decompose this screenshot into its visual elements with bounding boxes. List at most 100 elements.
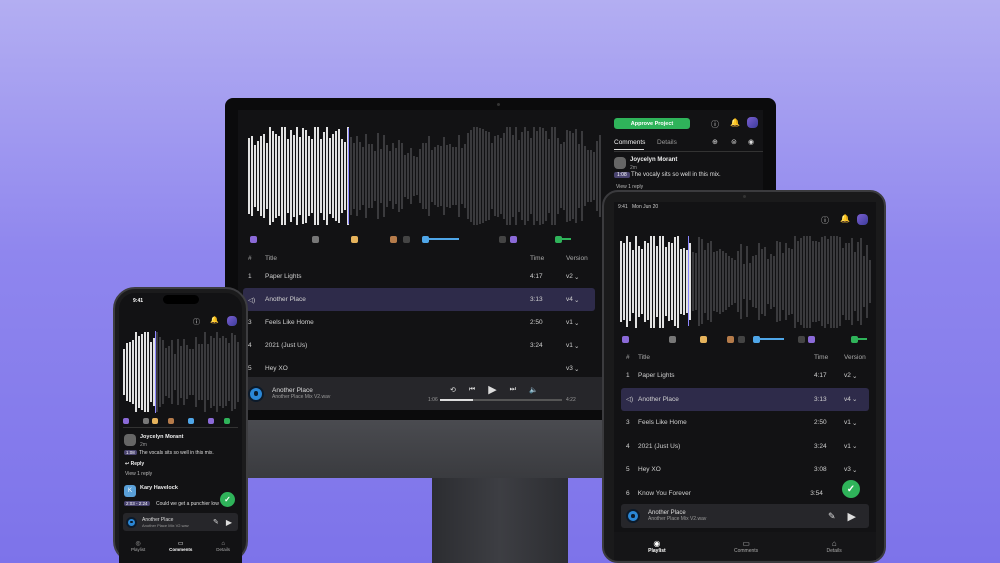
waveform[interactable] [123,331,239,413]
comment-timestamp[interactable]: 1:08 [614,172,630,178]
user-avatar[interactable] [747,117,758,128]
waveform[interactable] [248,126,603,226]
chevron-down-icon[interactable]: ⌄ [574,319,579,327]
eye-icon[interactable]: ◉ [748,138,754,146]
marker-avatar[interactable] [622,335,629,343]
track-version[interactable]: v1 [566,342,596,349]
track-row[interactable]: 6 Know You Forever 3:54 [621,482,869,506]
chevron-down-icon[interactable]: ⌄ [574,365,579,373]
marker-range-start[interactable] [188,418,194,424]
track-row[interactable]: 1 Paper Lights 4:17 v2 ⌄ [243,265,595,288]
marker-avatar[interactable] [351,235,358,243]
waveform-bar [527,130,529,222]
track-version[interactable]: v4 [844,396,874,403]
nav-comments[interactable]: ▭ Comments [169,540,192,552]
chevron-down-icon[interactable]: ⌄ [574,342,579,350]
track-version[interactable]: v4 [566,296,596,303]
play-icon[interactable]: ▶ [488,383,496,396]
annotate-icon[interactable]: ✎ [828,511,836,522]
next-icon[interactable]: ⏭ [510,386,516,394]
marker-avatar[interactable] [499,235,506,243]
waveform-bar [524,127,526,225]
help-icon[interactable]: ⓘ [711,119,719,130]
marker-range-start[interactable] [851,335,858,343]
play-icon[interactable]: ▶ [226,518,232,527]
previous-icon[interactable]: ⏮ [469,386,475,394]
approve-check-icon[interactable]: ✓ [220,492,235,507]
track-version[interactable]: v2 [844,372,874,379]
marker-range-start[interactable] [224,418,230,424]
help-icon[interactable]: ⓘ [821,215,829,226]
waveform[interactable] [620,234,871,329]
nav-playlist[interactable]: ◉ Playlist [648,539,666,554]
nav-details[interactable]: ⌂ Details [216,541,230,552]
marker-avatar[interactable] [669,335,676,343]
chevron-down-icon[interactable]: ⌄ [852,466,857,474]
nav-playlist[interactable]: ◎ Playlist [131,540,145,552]
marker-avatar[interactable] [798,335,805,343]
progress-track[interactable] [440,399,562,401]
chevron-down-icon[interactable]: ⌄ [852,442,857,450]
tab-details[interactable]: Details [657,139,677,146]
marker-avatar[interactable] [403,235,410,243]
track-row[interactable]: 1 Paper Lights 4:17 v2 ⌄ [621,364,869,388]
volume-icon[interactable]: 🔈 [529,386,538,394]
marker-avatar[interactable] [312,235,319,243]
waveform-bar [701,238,703,325]
marker-avatar[interactable] [208,418,214,424]
track-row[interactable]: 4 2021 (Just Us) 3:24 v1 ⌄ [243,334,595,357]
add-comment-icon[interactable]: ⊕ [712,138,718,146]
marker-avatar[interactable] [123,418,129,424]
comment-timestamp[interactable]: 1:08 [124,450,137,455]
marker-avatar[interactable] [727,335,734,343]
marker-avatar[interactable] [250,235,257,243]
marker-avatar[interactable] [390,235,397,243]
track-version[interactable]: v3 [566,365,596,372]
marker-avatar[interactable] [738,335,745,343]
help-icon[interactable]: ⓘ [193,317,200,327]
track-row[interactable]: 3 Feels Like Home 2:50 v1 ⌄ [243,311,595,334]
annotate-icon[interactable]: ✎ [213,518,219,526]
user-avatar[interactable] [857,214,868,225]
track-version[interactable]: v2 [566,273,596,280]
track-version[interactable]: v1 [844,419,874,426]
marker-avatar[interactable] [143,418,149,424]
comment-avatar [124,434,136,446]
track-version[interactable]: v1 [844,443,874,450]
chevron-down-icon[interactable]: ⌄ [852,395,857,403]
approve-check-icon[interactable]: ✓ [842,480,860,498]
filter-icon[interactable]: ⊜ [731,138,737,146]
marker-range-start[interactable] [753,335,760,343]
tab-comments[interactable]: Comments [614,139,645,146]
nav-comments[interactable]: ▭ Comments [734,539,758,554]
marker-range-start[interactable] [422,235,429,243]
marker-avatar[interactable] [152,418,158,424]
bell-icon[interactable]: 🔔 [730,118,740,127]
track-row[interactable]: 3 Feels Like Home 2:50 v1 ⌄ [621,411,869,435]
bell-icon[interactable]: 🔔 [210,316,219,324]
marker-avatar[interactable] [700,335,707,343]
reply-button[interactable]: ↩ Reply [125,461,144,467]
track-row[interactable]: ◁) Another Place 3:13 v4 ⌄ [621,387,869,411]
track-version[interactable]: v3 [844,466,874,473]
marker-avatar[interactable] [168,418,174,424]
approve-button[interactable]: Approve Project [614,118,690,129]
bell-icon[interactable]: 🔔 [840,214,850,223]
chevron-down-icon[interactable]: ⌄ [852,372,857,380]
marker-avatar[interactable] [808,335,815,343]
comment-timestamp[interactable]: 2:03 - 2:24 [124,501,150,506]
view-reply-link[interactable]: View 1 reply [125,471,152,477]
marker-avatar[interactable] [510,235,517,243]
chevron-down-icon[interactable]: ⌄ [574,296,579,304]
loop-icon[interactable]: ⟲ [450,386,456,394]
track-row[interactable]: 5 Hey XO 3:08 v3 ⌄ [621,458,869,482]
track-row[interactable]: 4 2021 (Just Us) 3:24 v1 ⌄ [621,435,869,459]
user-avatar[interactable] [227,316,237,326]
nav-details[interactable]: ⌂ Details [827,539,842,554]
chevron-down-icon[interactable]: ⌄ [852,419,857,427]
chevron-down-icon[interactable]: ⌄ [574,273,579,281]
track-row[interactable]: ◁) Another Place 3:13 v4 ⌄ [243,288,595,311]
marker-range-start[interactable] [555,235,562,243]
track-version[interactable]: v1 [566,319,596,326]
play-icon[interactable]: ▶ [848,510,856,523]
